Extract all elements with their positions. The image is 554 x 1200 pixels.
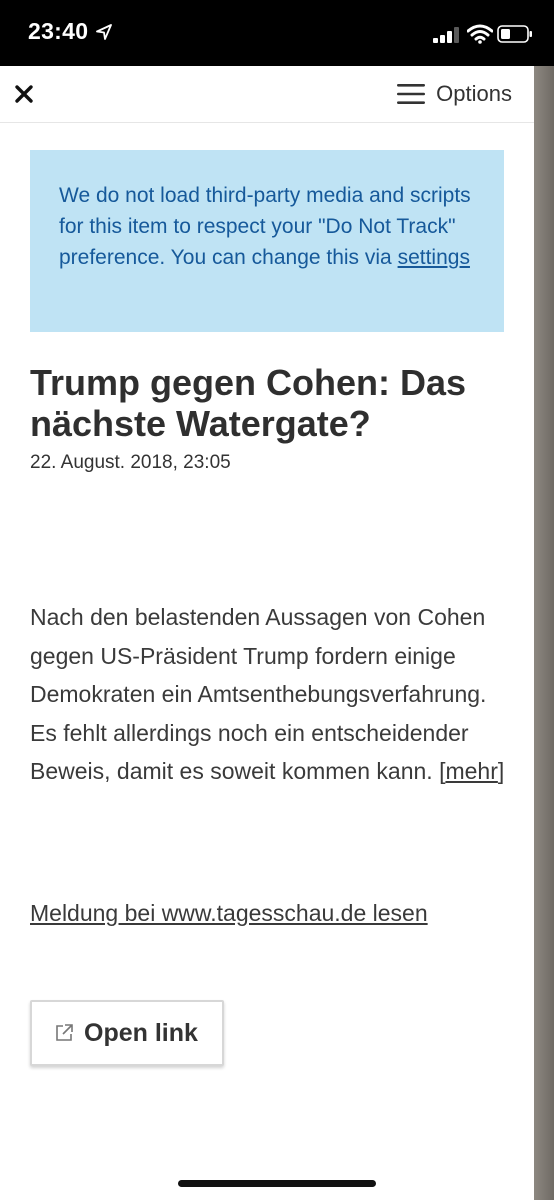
article-body: Nach den belastenden Aussagen von Cohen …: [30, 598, 510, 791]
battery-icon: [497, 25, 532, 43]
settings-link[interactable]: settings: [398, 246, 470, 269]
wifi-icon: [467, 24, 493, 44]
external-link-icon: [56, 1024, 73, 1041]
home-indicator[interactable]: [178, 1180, 376, 1187]
location-arrow-icon: [96, 24, 112, 40]
close-button[interactable]: [6, 76, 42, 112]
article-date: 22. August. 2018, 23:05: [30, 452, 231, 473]
article-title: Trump gegen Cohen: Das nächste Watergate…: [30, 362, 467, 444]
hamburger-menu-icon: [397, 84, 426, 104]
article-body-text: Nach den belastenden Aussagen von Cohen …: [30, 604, 487, 784]
options-label: Options: [436, 81, 512, 106]
source-link[interactable]: Meldung bei www.tagesschau.de lesen: [30, 900, 428, 927]
more-link-label[interactable]: mehr: [445, 758, 497, 784]
open-link-label: Open link: [84, 1018, 198, 1047]
scrollbar[interactable]: [534, 66, 554, 1200]
open-link-button[interactable]: Open link: [30, 1000, 224, 1066]
article-content: We do not load third-party media and scr…: [0, 122, 534, 1200]
top-toolbar: Options: [0, 66, 554, 123]
do-not-track-notice: We do not load third-party media and scr…: [30, 150, 504, 332]
cellular-signal-icon: [433, 27, 459, 43]
status-time: 23:40: [28, 18, 89, 44]
close-icon: [15, 85, 33, 103]
options-button[interactable]: Options: [396, 76, 512, 112]
status-bar: 23:40: [0, 0, 554, 66]
more-link[interactable]: [mehr]: [439, 758, 504, 784]
